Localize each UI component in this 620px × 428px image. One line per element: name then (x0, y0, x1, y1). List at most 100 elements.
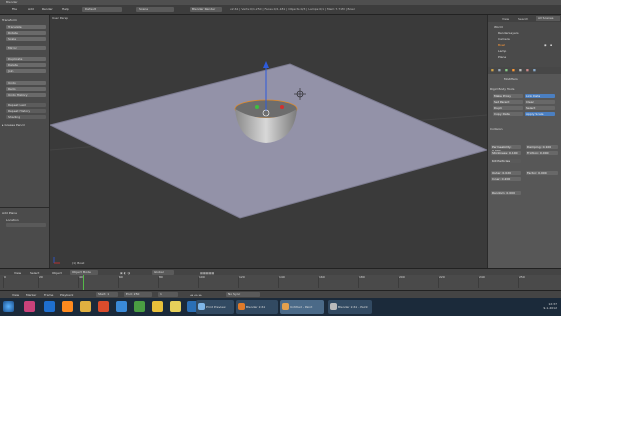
outer-field[interactable]: Outer: 0.020 (491, 171, 521, 175)
render-tab-icon[interactable]: ■ (491, 68, 494, 72)
task-blender[interactable]: Blender 2.61 (236, 300, 278, 314)
task-paint[interactable]: Untitled - Paint (280, 300, 324, 314)
menu-file[interactable]: File (12, 7, 17, 11)
skype-icon[interactable] (116, 301, 127, 312)
location-field[interactable] (6, 223, 46, 227)
section2-title[interactable]: Collision (490, 127, 503, 131)
sync-dropdown[interactable]: No Sync (226, 292, 260, 297)
current-frame-field[interactable]: 1 (158, 292, 178, 297)
outliner: View Search All Scenes World RenderLayer… (487, 15, 561, 67)
damping-field[interactable]: Damping: 0.100 (526, 145, 558, 149)
firefox-icon[interactable] (62, 301, 73, 312)
start-frame-field[interactable]: Start: 1 (96, 292, 118, 297)
object-tab-icon[interactable]: ■ (512, 68, 515, 72)
tick-label: 60 (119, 275, 123, 279)
repeat-last-button[interactable]: Repeat Last (6, 103, 46, 107)
visibility-eye-icon[interactable]: ◉ (544, 43, 547, 47)
prop-button-5[interactable]: Dupli (493, 106, 523, 110)
system-clock[interactable]: 12:37 9-1-2012 (543, 302, 557, 310)
inner-field[interactable]: Inner: 0.200 (491, 177, 521, 181)
translate-button[interactable]: Translate (6, 25, 46, 29)
y-axis-handle (255, 105, 259, 109)
tick-label: 220 (439, 275, 445, 279)
render-camera-icon[interactable]: ▪ (550, 43, 552, 47)
outliner-item-renderlayers[interactable]: RenderLayers (498, 31, 519, 35)
tick-label: 240 (479, 275, 485, 279)
outliner-item-plane[interactable]: Plane (498, 55, 506, 59)
timeline-frame-menu[interactable]: Frame (44, 293, 53, 297)
outliner-item-bowl[interactable]: Bowl (498, 43, 505, 47)
undo-history-button[interactable]: Undo History (6, 93, 46, 97)
prop-button-7[interactable]: Copy Data (493, 112, 523, 116)
info-header: File Add Render Help Default Scene Blend… (0, 5, 561, 15)
modifiers-tab-icon[interactable]: ■ (519, 68, 522, 72)
paint-icon-2 (330, 303, 337, 310)
prop-button-6[interactable]: Select (525, 106, 555, 110)
factor-field[interactable]: Factor: 0.000 (526, 171, 558, 175)
join-button[interactable]: Join (6, 69, 46, 73)
render-engine-dropdown[interactable]: Blender Render (190, 7, 222, 12)
transform-header[interactable]: Transform (2, 18, 17, 22)
task-blender-paint[interactable]: Blender 2.61 - Paint (328, 300, 372, 314)
prop-button-8[interactable]: Apply Scale (525, 112, 555, 116)
end-frame-field[interactable]: End: 250 (124, 292, 152, 297)
world-tab-icon[interactable]: ■ (505, 68, 508, 72)
physics-tab-icon[interactable]: ■ (533, 68, 536, 72)
task-print-preview[interactable]: Print Preview (196, 300, 234, 314)
timeline-playback-menu[interactable]: Playback (60, 293, 73, 297)
playback-controls[interactable]: ◂◂ ◂ ▸ ▸▸ (190, 293, 202, 297)
clock-date: 9-1-2012 (543, 306, 557, 310)
kill-particles-checkbox[interactable]: Kill Particles (491, 159, 521, 163)
repeat-history-button[interactable]: Repeat History (6, 109, 46, 113)
scene-dropdown[interactable]: Scene (136, 7, 174, 12)
tick-label: 200 (399, 275, 405, 279)
permeability-field[interactable]: Permeability: 0.000 (491, 145, 521, 153)
friction-field[interactable]: Friction: 0.000 (526, 151, 558, 155)
prop-button-2[interactable]: Link Data (525, 94, 555, 98)
material-tab-icon[interactable]: ■ (526, 68, 529, 72)
3d-viewport[interactable]: User Persp (1) Bowl (50, 15, 487, 268)
duplicate-button[interactable]: Duplicate (6, 57, 46, 61)
viewport-scene[interactable] (50, 15, 487, 268)
outliner-view-menu[interactable]: View (502, 17, 509, 21)
outliner-item-camera[interactable]: Camera (498, 37, 510, 41)
timeline[interactable]: 0 20 40 60 80 100 120 140 160 180 200 22… (0, 275, 561, 290)
timeline-view-menu[interactable]: View (12, 293, 19, 297)
last-op-title[interactable]: Add Plane (2, 211, 17, 215)
timeline-marker-menu[interactable]: Marker (26, 293, 36, 297)
outliner-item-lamp[interactable]: Lamp (498, 49, 506, 53)
redo-button[interactable]: Redo (6, 87, 46, 91)
scale-button[interactable]: Scale (6, 37, 46, 41)
menu-render[interactable]: Render (42, 7, 53, 11)
blender-icon (238, 303, 245, 310)
menu-help[interactable]: Help (62, 7, 69, 11)
delete-button[interactable]: Delete (6, 63, 46, 67)
prop-button-4[interactable]: Clear (525, 100, 555, 104)
app-icon-green[interactable] (134, 301, 145, 312)
current-frame-marker[interactable] (83, 275, 84, 290)
outliner-display-dropdown[interactable]: All Scenes (536, 16, 560, 21)
menu-add[interactable]: Add (28, 7, 34, 11)
outliner-search-menu[interactable]: Search (518, 17, 528, 21)
section-title[interactable]: Rigid Body Tools (490, 87, 514, 91)
undo-button[interactable]: Undo (6, 81, 46, 85)
grease-pencil-header[interactable]: ▸ Grease Pencil (2, 123, 25, 127)
ie-icon[interactable] (44, 301, 55, 312)
media-player-icon[interactable] (98, 301, 109, 312)
shading-dropdown[interactable]: Shading (6, 115, 46, 119)
chrome-icon[interactable] (152, 301, 163, 312)
start-orb-icon[interactable] (3, 301, 14, 312)
notes-icon[interactable] (170, 301, 181, 312)
rotate-button[interactable]: Rotate (6, 31, 46, 35)
outliner-item-world[interactable]: World (494, 25, 503, 29)
random-field[interactable]: Random: 0.000 (491, 191, 521, 195)
prop-button-1[interactable]: Make Proxy (493, 94, 523, 98)
stickiness-field[interactable]: Stickiness: 0.100 (491, 151, 521, 155)
prop-button-3[interactable]: Set Parent (493, 100, 523, 104)
folder-icon[interactable] (80, 301, 91, 312)
app-launcher-icon[interactable] (24, 301, 35, 312)
scene-tab-icon[interactable]: ■ (498, 68, 501, 72)
mirror-button[interactable]: Mirror (6, 46, 46, 50)
tool-shelf: Transform Translate Rotate Scale Mirror … (0, 15, 50, 268)
screen-layout-dropdown[interactable]: Default (82, 7, 122, 12)
